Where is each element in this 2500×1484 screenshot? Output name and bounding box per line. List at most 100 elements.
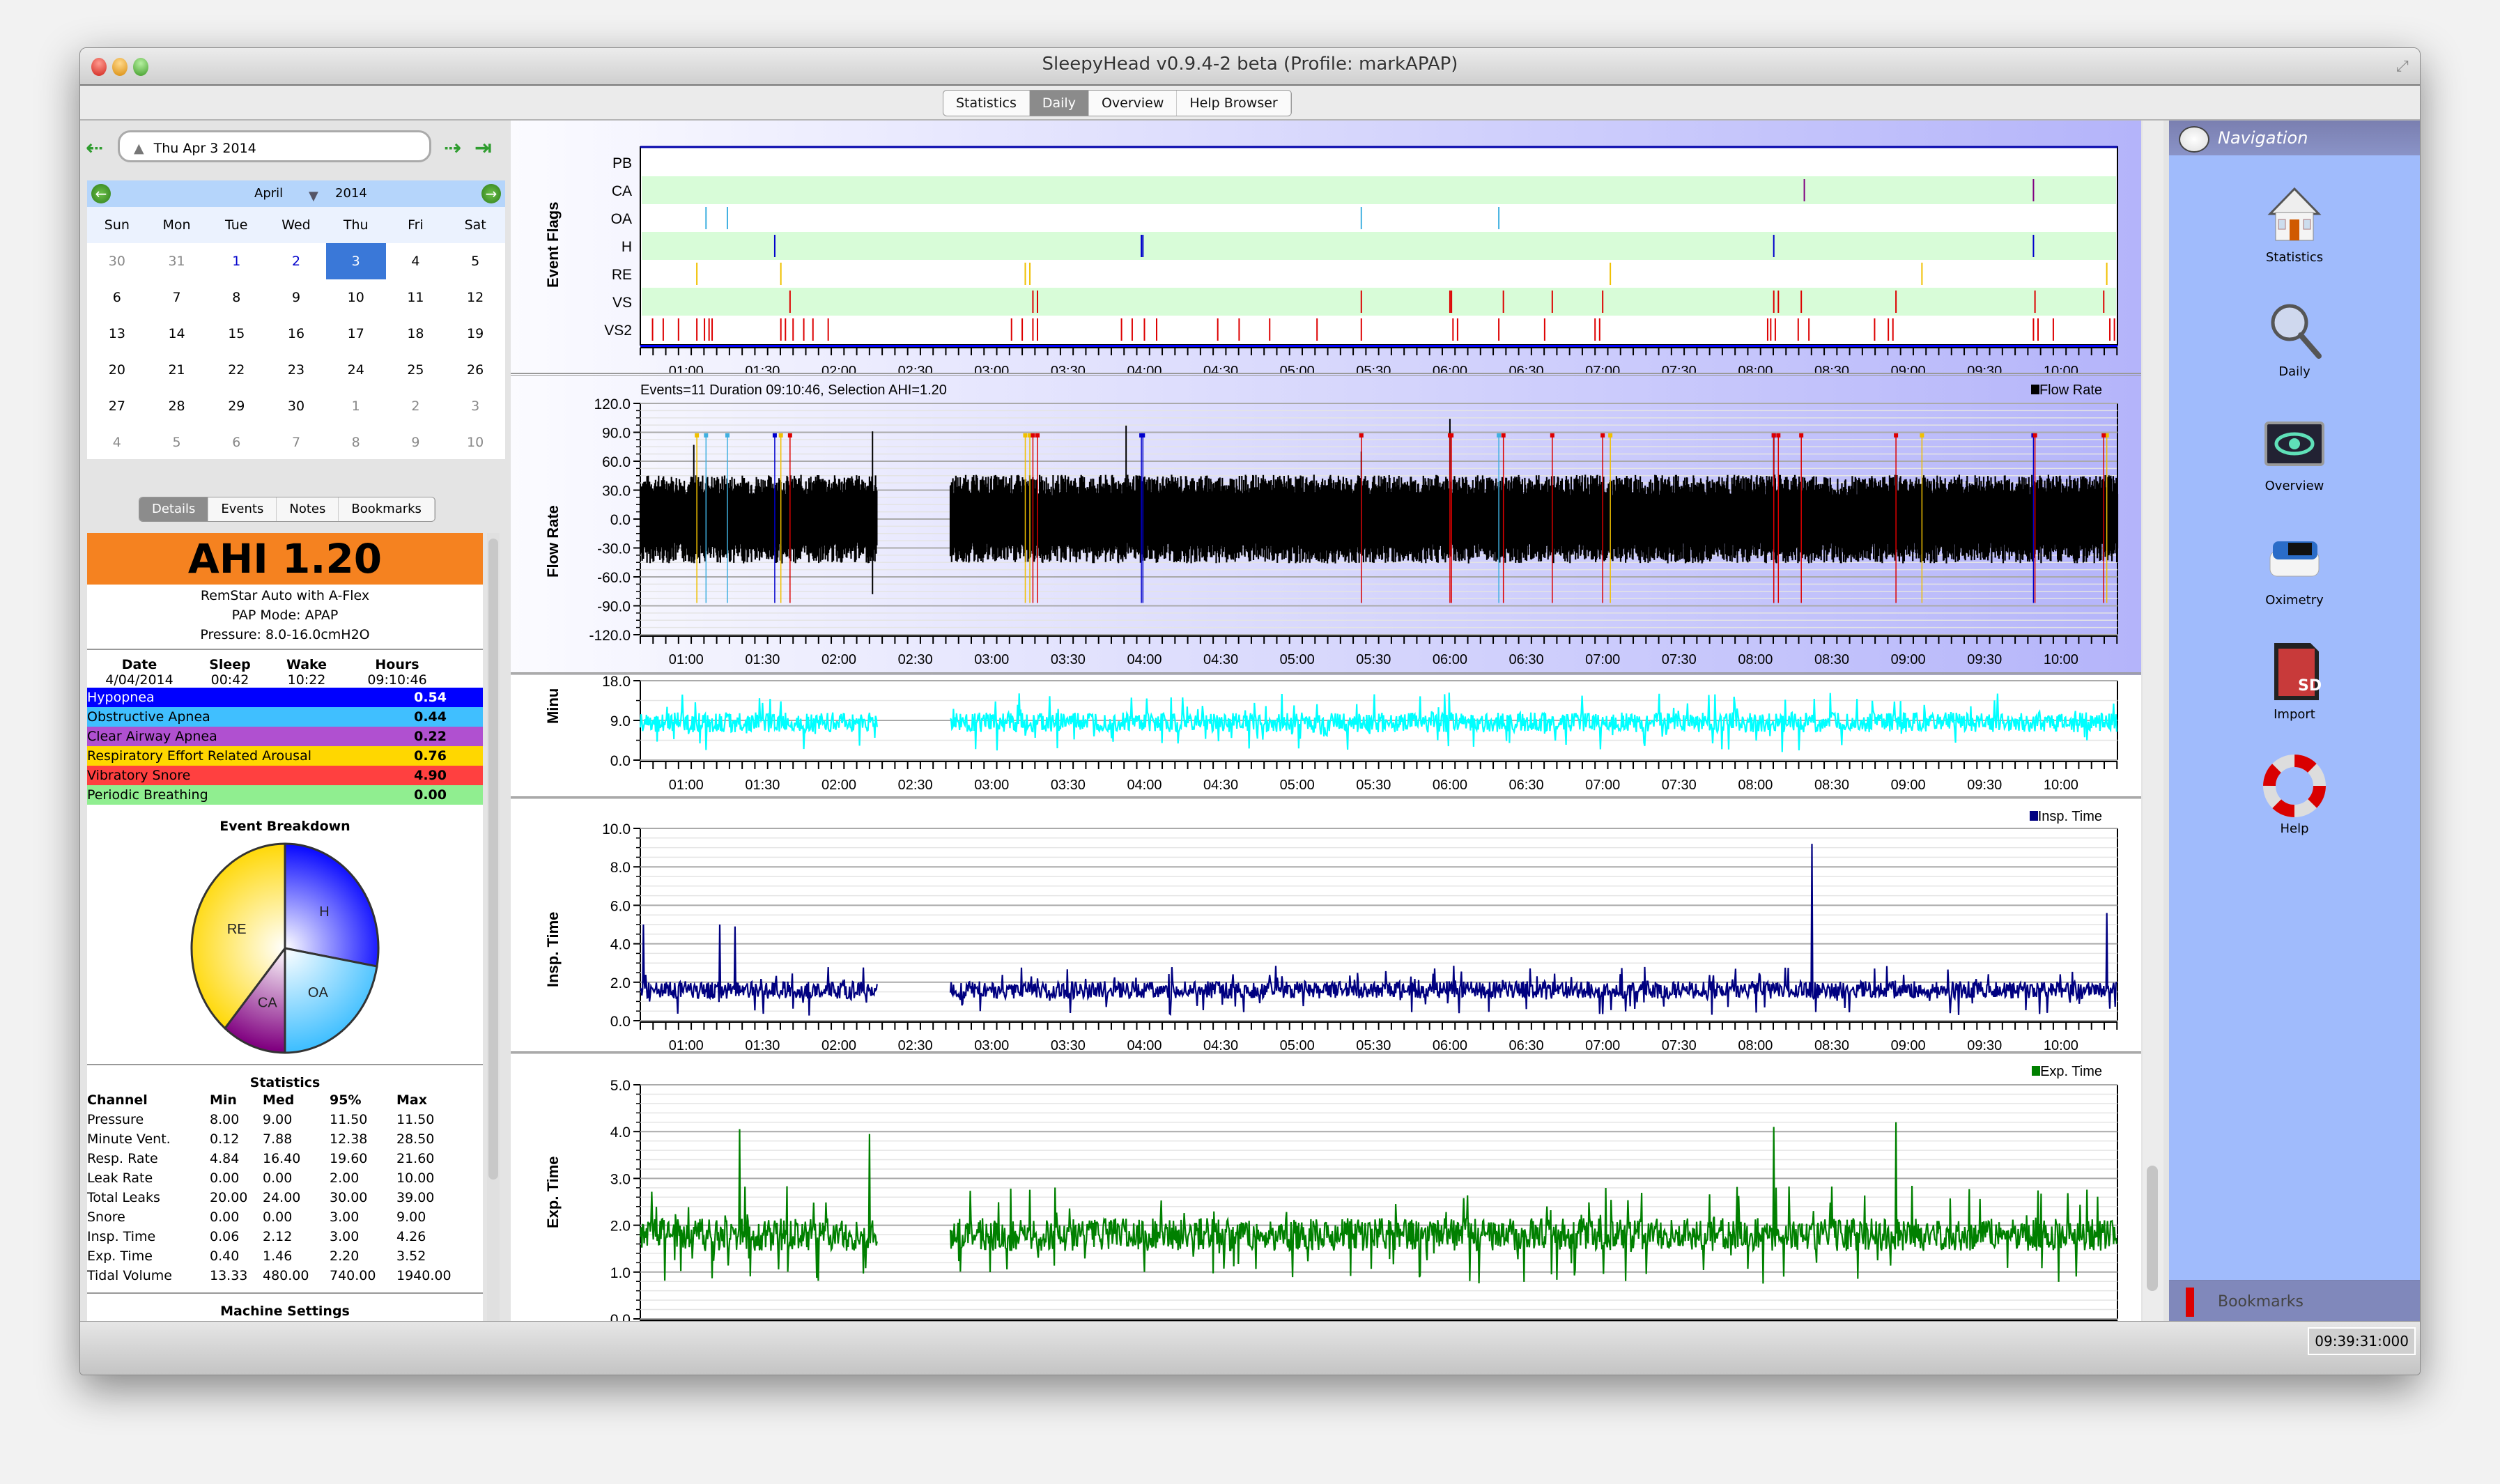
last-day-arrow-icon[interactable]: ⇥	[474, 136, 492, 160]
calendar-day[interactable]: 27	[87, 388, 147, 424]
x-tick-label: 09:00	[1891, 652, 1926, 667]
tab-statistics[interactable]: Statistics	[943, 91, 1030, 116]
calendar-day[interactable]: 24	[326, 352, 386, 388]
calendar-day[interactable]: 13	[87, 316, 147, 352]
date-navigation: ⇠ ▲ Thu Apr 3 2014 ⇢ ⇥	[83, 127, 505, 169]
exp-time-graph[interactable]: Exp. Time Exp. Time 5.04.03.02.01.00.001…	[511, 1054, 2141, 1322]
calendar-day[interactable]: 23	[266, 352, 326, 388]
calendar-day[interactable]: 8	[206, 279, 266, 316]
calendar-day[interactable]: 30	[266, 388, 326, 424]
month-dropdown-icon[interactable]: ▼	[309, 189, 318, 203]
calendar-day[interactable]: 3	[445, 388, 505, 424]
calendar-day[interactable]: 18	[386, 316, 446, 352]
calendar-day[interactable]: 22	[206, 352, 266, 388]
flow-rate-plot[interactable]: 120.0 90.0 60.0 30.0 0.0 -30.0 -60.0 -90.0 -120.…	[511, 376, 2141, 672]
calendar-day[interactable]: 17	[326, 316, 386, 352]
nav-overview[interactable]: Overview	[2169, 412, 2420, 493]
calendar-year[interactable]: 2014	[335, 186, 367, 201]
nav-daily[interactable]: Daily	[2169, 297, 2420, 379]
calendar-day[interactable]: 7	[266, 424, 326, 461]
calendar-day[interactable]: 7	[147, 279, 207, 316]
nav-bookmarks[interactable]: Bookmarks	[2169, 1280, 2420, 1323]
next-day-arrow-icon[interactable]: ⇢	[444, 136, 461, 160]
flow-rate-graph[interactable]: Flow Rate Events=11 Duration 09:10:46, S…	[511, 376, 2141, 676]
calendar-day[interactable]: 11	[386, 279, 446, 316]
tab-notes[interactable]: Notes	[277, 497, 339, 521]
details-scroll-thumb[interactable]	[488, 539, 498, 1180]
graphs-scrollbar[interactable]	[2143, 121, 2163, 1368]
calendar-day[interactable]: 2	[386, 388, 446, 424]
tab-overview[interactable]: Overview	[1089, 91, 1178, 116]
calendar-day[interactable]: 20	[87, 352, 147, 388]
minute-vent-graph[interactable]: Minu 18.0 9.0 0.0 01:00 01:30 02:00 02:30 03:00…	[511, 675, 2141, 800]
calendar-day[interactable]: 5	[147, 424, 207, 461]
nav-statistics[interactable]: Statistics	[2169, 183, 2420, 265]
minute-vent-plot[interactable]: 18.0 9.0 0.0 01:00 01:30 02:00 02:30 03:00 03:30…	[511, 675, 2141, 796]
x-tick-label: 01:00	[669, 652, 704, 667]
nav-import[interactable]: SD Import	[2169, 640, 2420, 722]
event-index-list: Hypopnea 0.54 Obstructive Apnea 0.44 Clear A…	[87, 688, 483, 805]
stats-value: 16.40	[263, 1151, 301, 1166]
calendar-day[interactable]: 10	[445, 424, 505, 461]
x-tick-label: 06:30	[1509, 652, 1544, 667]
x-tick-label: 02:00	[821, 652, 856, 667]
calendar-month[interactable]: April	[254, 186, 283, 201]
calendar-day[interactable]: 5	[445, 243, 505, 279]
calendar-day[interactable]: 8	[326, 424, 386, 461]
insp-time-plot[interactable]: 10.0 8.0 6.0 4.0 2.0 0.0 01:00 01:30 02:00 02:30 0…	[511, 799, 2141, 1051]
next-month-icon[interactable]: →	[481, 184, 501, 203]
calendar-day[interactable]: 14	[147, 316, 207, 352]
tab-help-browser[interactable]: Help Browser	[1177, 91, 1291, 116]
flow-event-marker	[1550, 433, 1554, 438]
calendar-day[interactable]: 9	[386, 424, 446, 461]
calendar-day[interactable]: 2	[266, 243, 326, 279]
calendar-day[interactable]: 16	[266, 316, 326, 352]
calendar-day[interactable]: 6	[206, 424, 266, 461]
calendar-day[interactable]: 25	[386, 352, 446, 388]
calendar-day[interactable]: 28	[147, 388, 207, 424]
calendar-day[interactable]: 15	[206, 316, 266, 352]
calendar-day[interactable]: 31	[147, 243, 207, 279]
stats-value: 0.06	[210, 1229, 240, 1244]
nav-help[interactable]: Help	[2169, 755, 2420, 836]
date-selector[interactable]: ▲ Thu Apr 3 2014	[118, 130, 431, 162]
calendar-day[interactable]: 4	[87, 424, 147, 461]
event-flags-plot[interactable]: PB CA OA H RE VS VS2 01:00 01:30 02:00 02:30 03:00 0…	[511, 121, 2141, 373]
stats-value: 8.00	[210, 1112, 240, 1127]
x-tick-label: 06:30	[1509, 778, 1544, 793]
graphs-scroll-thumb[interactable]	[2147, 1166, 2158, 1291]
tab-details[interactable]: Details	[139, 497, 209, 521]
calendar-day[interactable]: 6	[87, 279, 147, 316]
calendar-day-selected[interactable]: 3	[325, 243, 386, 279]
calendar-day[interactable]: 12	[445, 279, 505, 316]
previous-month-icon[interactable]: ←	[91, 184, 111, 203]
calendar-day[interactable]: 9	[266, 279, 326, 316]
calendar-day[interactable]: 21	[147, 352, 207, 388]
fullscreen-icon[interactable]: ⤢	[2396, 58, 2412, 75]
event-breakdown-title: Event Breakdown	[219, 819, 350, 834]
calendar-day[interactable]: 26	[445, 352, 505, 388]
flow-event-marker	[704, 433, 709, 438]
previous-day-arrow-icon[interactable]: ⇠	[86, 136, 103, 160]
calendar-day[interactable]: 30	[87, 243, 147, 279]
calendar-day[interactable]: 29	[206, 388, 266, 424]
tab-events[interactable]: Events	[208, 497, 277, 521]
x-tick-label: 06:00	[1433, 778, 1467, 793]
tab-daily[interactable]: Daily	[1029, 91, 1089, 116]
exp-time-plot[interactable]: 5.04.03.02.01.00.001:0001:3002:0002:3003…	[511, 1054, 2141, 1322]
x-tick-label: 02:30	[898, 1038, 933, 1051]
calendar-day[interactable]: 1	[206, 243, 266, 279]
event-flags-graph[interactable]: Event Flags PB CA OA H RE VS VS2 01:00 01:30 02:0…	[511, 121, 2141, 376]
y-tick-label: 0.0	[610, 1014, 631, 1030]
calendar-day[interactable]: 19	[445, 316, 505, 352]
calendar-day[interactable]: 4	[386, 243, 446, 279]
weekday-tue: Tue	[225, 217, 248, 233]
nav-oximetry[interactable]: Oximetry	[2169, 526, 2420, 608]
insp-time-graph[interactable]: Insp. Time Insp. Time 10.0 8.0 6.0 4.0 2.0 0.…	[511, 799, 2141, 1055]
calendar-day[interactable]: 1	[326, 388, 386, 424]
pie-label: CA	[258, 996, 277, 1011]
calendar-day[interactable]: 10	[326, 279, 386, 316]
stats-value: 10.00	[396, 1170, 435, 1186]
app-window: SleepyHead v0.9.4-2 beta (Profile: markA…	[79, 47, 2421, 1375]
tab-bookmarks[interactable]: Bookmarks	[339, 497, 435, 521]
